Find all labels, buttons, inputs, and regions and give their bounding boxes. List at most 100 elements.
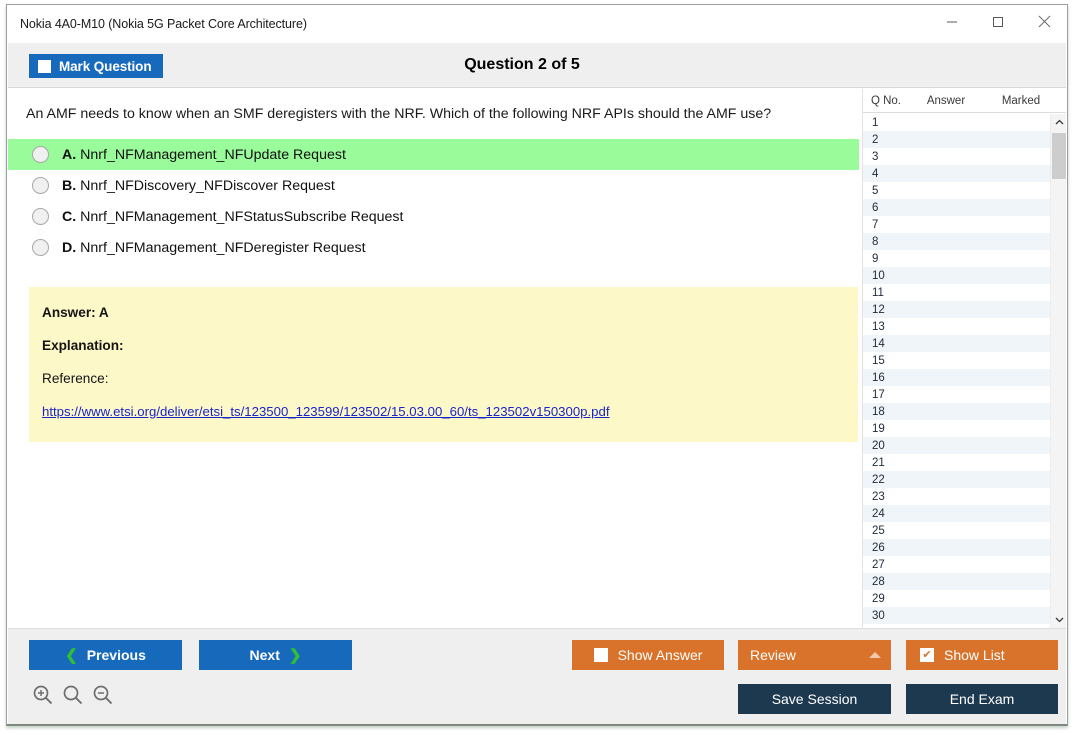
- question-list-row[interactable]: 2: [863, 131, 1051, 148]
- question-number-cell: 17: [872, 388, 885, 401]
- question-list-row[interactable]: 20: [863, 437, 1051, 454]
- question-list-row[interactable]: 1: [863, 114, 1051, 131]
- question-list-row[interactable]: 29: [863, 590, 1051, 607]
- question-list-row[interactable]: 12: [863, 301, 1051, 318]
- question-list-row[interactable]: 22: [863, 471, 1051, 488]
- question-list-row[interactable]: 5: [863, 182, 1051, 199]
- option-text-d: Nnrf_NFManagement_NFDeregister Request: [80, 239, 366, 256]
- chevron-left-icon: ❮: [65, 646, 78, 664]
- option-letter-b: B.: [62, 177, 77, 194]
- question-list-row[interactable]: 28: [863, 573, 1051, 590]
- previous-label: Previous: [86, 647, 146, 663]
- question-list-scrollbar[interactable]: [1050, 114, 1066, 628]
- question-number-cell: 22: [872, 473, 885, 486]
- answer-line: Answer: A: [42, 305, 109, 320]
- question-list-row[interactable]: 26: [863, 539, 1051, 556]
- end-exam-button[interactable]: End Exam: [906, 684, 1058, 714]
- reference-label: Reference:: [42, 371, 109, 386]
- show-list-label: Show List: [944, 647, 1005, 663]
- scroll-up-icon[interactable]: [1051, 114, 1067, 131]
- question-number-cell: 13: [872, 320, 885, 333]
- question-number-cell: 30: [872, 609, 885, 622]
- question-list-row[interactable]: 3: [863, 148, 1051, 165]
- question-list-row[interactable]: 13: [863, 318, 1051, 335]
- question-number-cell: 29: [872, 592, 885, 605]
- question-list-row[interactable]: 23: [863, 488, 1051, 505]
- question-number-cell: 7: [872, 218, 879, 231]
- question-list-row[interactable]: 8: [863, 233, 1051, 250]
- option-row-a[interactable]: A. Nnrf_NFManagement_NFUpdate Request: [8, 139, 859, 170]
- close-icon[interactable]: [1021, 5, 1067, 38]
- question-list-row[interactable]: 18: [863, 403, 1051, 420]
- question-list-row[interactable]: 19: [863, 420, 1051, 437]
- explanation-label: Explanation:: [42, 338, 124, 353]
- question-number-cell: 19: [872, 422, 885, 435]
- question-number-cell: 6: [872, 201, 879, 214]
- question-number-cell: 9: [872, 252, 879, 265]
- question-list-row[interactable]: 17: [863, 386, 1051, 403]
- chevron-up-icon[interactable]: [869, 652, 881, 658]
- option-label-b: B. Nnrf_NFDiscovery_NFDiscover Request: [62, 178, 335, 194]
- exam-application-window: Nokia 4A0-M10 (Nokia 5G Packet Core Arch…: [0, 0, 1075, 735]
- end-exam-label: End Exam: [949, 691, 1015, 707]
- previous-button[interactable]: ❮ Previous: [29, 640, 182, 670]
- minimize-icon[interactable]: [929, 5, 975, 38]
- save-session-button[interactable]: Save Session: [738, 684, 891, 714]
- question-list-row[interactable]: 7: [863, 216, 1051, 233]
- question-list-body: 1 2 3 4 5 6 7 8 9 10 11 12 13 14 15 16 17 18 19 20 21 22 23 24 2…: [863, 114, 1051, 624]
- question-panel: An AMF needs to know when an SMF deregis…: [8, 89, 859, 628]
- option-letter-d: D.: [62, 239, 77, 256]
- option-row-c[interactable]: C. Nnrf_NFManagement_NFStatusSubscribe R…: [8, 201, 859, 232]
- column-header-qno: Q No.: [870, 94, 902, 107]
- window-frame: Nokia 4A0-M10 (Nokia 5G Packet Core Arch…: [6, 4, 1068, 726]
- radio-icon-b[interactable]: [32, 177, 49, 194]
- question-list-row[interactable]: 10: [863, 267, 1051, 284]
- question-number-cell: 20: [872, 439, 885, 452]
- radio-icon-a[interactable]: [32, 146, 49, 163]
- maximize-icon[interactable]: [975, 5, 1021, 38]
- question-list-row[interactable]: 14: [863, 335, 1051, 352]
- scroll-down-icon[interactable]: [1051, 611, 1067, 628]
- question-list-row[interactable]: 4: [863, 165, 1051, 182]
- zoom-reset-icon[interactable]: [62, 684, 84, 711]
- question-number-cell: 24: [872, 507, 885, 520]
- question-list-row[interactable]: 30: [863, 607, 1051, 624]
- zoom-controls: [32, 684, 114, 711]
- question-list-row[interactable]: 15: [863, 352, 1051, 369]
- option-label-d: D. Nnrf_NFManagement_NFDeregister Reques…: [62, 240, 366, 256]
- question-number-cell: 28: [872, 575, 885, 588]
- question-list-row[interactable]: 25: [863, 522, 1051, 539]
- column-header-answer: Answer: [926, 94, 966, 107]
- show-answer-button[interactable]: Show Answer: [572, 640, 724, 670]
- question-list-row[interactable]: 11: [863, 284, 1051, 301]
- question-list-row[interactable]: 16: [863, 369, 1051, 386]
- question-list-row[interactable]: 27: [863, 556, 1051, 573]
- next-button[interactable]: Next ❯: [199, 640, 352, 670]
- question-number-cell: 14: [872, 337, 885, 350]
- show-answer-checkbox-icon[interactable]: [593, 648, 608, 662]
- show-list-checkbox-icon[interactable]: ✔: [920, 648, 934, 662]
- question-number-cell: 8: [872, 235, 879, 248]
- reference-link[interactable]: https://www.etsi.org/deliver/etsi_ts/123…: [42, 404, 858, 419]
- answer-options-list: A. Nnrf_NFManagement_NFUpdate Request B.…: [8, 139, 859, 263]
- question-list-row[interactable]: 9: [863, 250, 1051, 267]
- radio-icon-d[interactable]: [32, 239, 49, 256]
- radio-icon-c[interactable]: [32, 208, 49, 225]
- question-number-cell: 15: [872, 354, 885, 367]
- zoom-out-icon[interactable]: [92, 684, 114, 711]
- option-label-a: A. Nnrf_NFManagement_NFUpdate Request: [62, 147, 346, 163]
- question-number-cell: 12: [872, 303, 885, 316]
- review-dropdown[interactable]: Review: [738, 640, 891, 670]
- question-list-row[interactable]: 21: [863, 454, 1051, 471]
- zoom-in-icon[interactable]: [32, 684, 54, 711]
- show-list-button[interactable]: ✔ Show List: [906, 640, 1058, 670]
- option-letter-c: C.: [62, 208, 77, 225]
- question-list-row[interactable]: 24: [863, 505, 1051, 522]
- scrollbar-thumb[interactable]: [1052, 133, 1066, 179]
- question-list-scroll-area: 1 2 3 4 5 6 7 8 9 10 11 12 13 14 15 16 17 18 19 20 21 22 23 24 2…: [863, 114, 1067, 628]
- option-row-d[interactable]: D. Nnrf_NFManagement_NFDeregister Reques…: [8, 232, 859, 263]
- question-number-cell: 3: [872, 150, 879, 163]
- option-row-b[interactable]: B. Nnrf_NFDiscovery_NFDiscover Request: [8, 170, 859, 201]
- window-title: Nokia 4A0-M10 (Nokia 5G Packet Core Arch…: [20, 17, 307, 31]
- question-list-row[interactable]: 6: [863, 199, 1051, 216]
